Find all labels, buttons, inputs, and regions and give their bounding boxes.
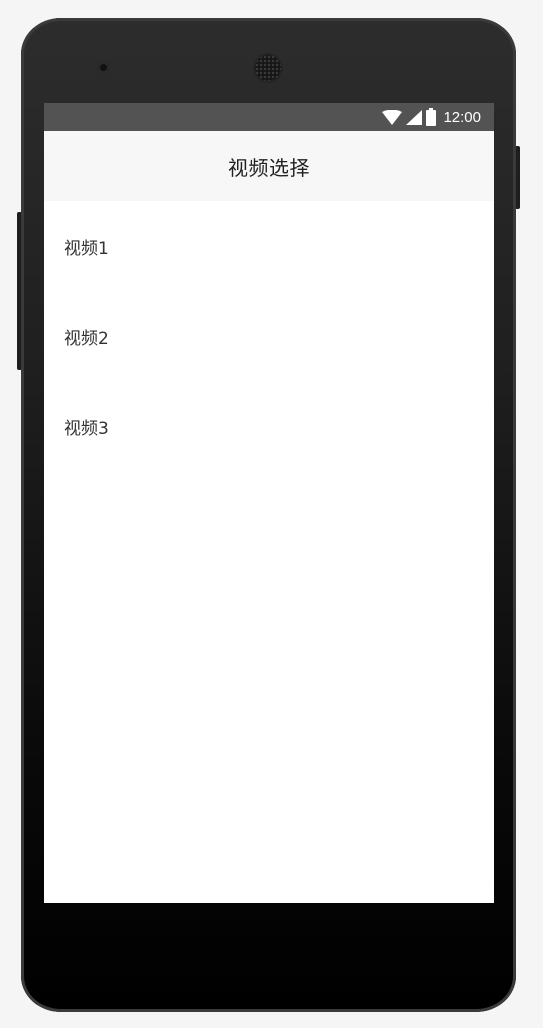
status-bar: 12:00: [44, 103, 494, 131]
device-frame-stage: 12:00 视频选择 视频1 视频2 视频3: [0, 0, 543, 1028]
battery-icon: [426, 108, 437, 126]
cellular-signal-icon: [406, 109, 423, 125]
wifi-icon: [382, 109, 403, 125]
phone-screen: 12:00 视频选择 视频1 视频2 视频3: [44, 103, 494, 903]
list-item-label: 视频1: [64, 238, 109, 259]
list-item-video-1[interactable]: 视频1: [44, 201, 494, 291]
list-item-label: 视频2: [64, 328, 109, 349]
earpiece-speaker-icon: [255, 55, 281, 81]
status-time: 12:00: [443, 108, 481, 126]
list-item-video-2[interactable]: 视频2: [44, 291, 494, 381]
app-bar: 视频选择: [44, 131, 494, 201]
front-camera-icon: [98, 62, 109, 73]
video-list: 视频1 视频2 视频3: [44, 201, 494, 471]
status-icons: 12:00: [382, 103, 481, 131]
list-item-label: 视频3: [64, 418, 109, 439]
list-item-video-3[interactable]: 视频3: [44, 381, 494, 471]
page-title: 视频选择: [228, 155, 310, 180]
